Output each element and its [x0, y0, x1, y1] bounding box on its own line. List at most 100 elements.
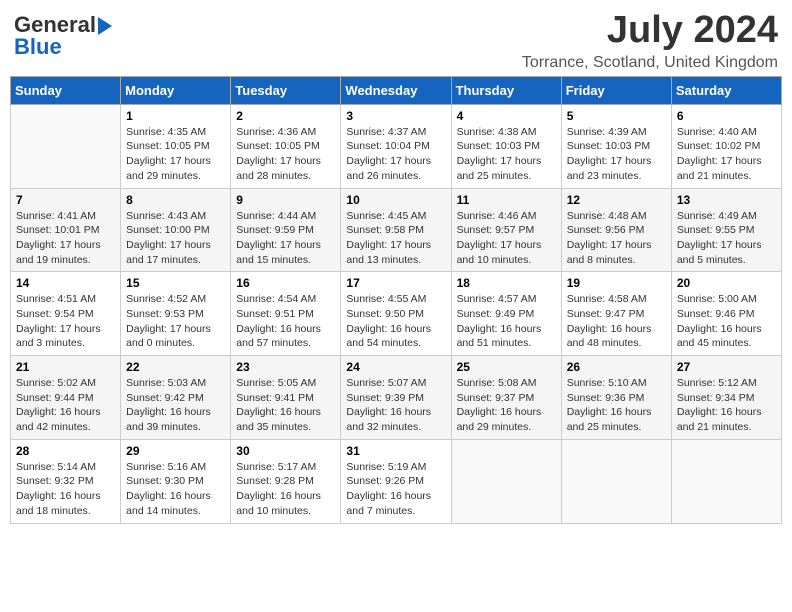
calendar-cell: 3 Sunrise: 4:37 AM Sunset: 10:04 PM Dayli…	[341, 104, 451, 188]
day-number: 30	[236, 444, 335, 458]
day-info: Sunrise: 4:38 AM Sunset: 10:03 PM Daylig…	[457, 125, 556, 184]
calendar-week-row: 14 Sunrise: 4:51 AM Sunset: 9:54 PM Dayli…	[11, 272, 782, 356]
calendar-header-tuesday: Tuesday	[231, 76, 341, 104]
day-info: Sunrise: 5:12 AM Sunset: 9:34 PM Dayligh…	[677, 376, 776, 435]
location-title: Torrance, Scotland, United Kingdom	[522, 54, 778, 72]
calendar-cell: 16 Sunrise: 4:54 AM Sunset: 9:51 PM Dayli…	[231, 272, 341, 356]
day-number: 16	[236, 276, 335, 290]
calendar-header-friday: Friday	[561, 76, 671, 104]
day-number: 13	[677, 193, 776, 207]
calendar-cell: 14 Sunrise: 4:51 AM Sunset: 9:54 PM Dayli…	[11, 272, 121, 356]
day-info: Sunrise: 4:51 AM Sunset: 9:54 PM Dayligh…	[16, 292, 115, 351]
calendar-header-thursday: Thursday	[451, 76, 561, 104]
day-number: 14	[16, 276, 115, 290]
calendar-header-sunday: Sunday	[11, 76, 121, 104]
logo-blue: Blue	[14, 36, 62, 58]
day-number: 31	[346, 444, 445, 458]
calendar-header-row: SundayMondayTuesdayWednesdayThursdayFrid…	[11, 76, 782, 104]
day-number: 2	[236, 109, 335, 123]
calendar-cell: 2 Sunrise: 4:36 AM Sunset: 10:05 PM Dayli…	[231, 104, 341, 188]
day-info: Sunrise: 5:14 AM Sunset: 9:32 PM Dayligh…	[16, 460, 115, 519]
day-number: 1	[126, 109, 225, 123]
calendar-cell: 28 Sunrise: 5:14 AM Sunset: 9:32 PM Dayli…	[11, 439, 121, 523]
day-number: 11	[457, 193, 556, 207]
day-info: Sunrise: 4:52 AM Sunset: 9:53 PM Dayligh…	[126, 292, 225, 351]
calendar-cell: 21 Sunrise: 5:02 AM Sunset: 9:44 PM Dayli…	[11, 356, 121, 440]
calendar-cell: 23 Sunrise: 5:05 AM Sunset: 9:41 PM Dayli…	[231, 356, 341, 440]
logo-icon	[98, 17, 112, 35]
calendar-header-wednesday: Wednesday	[341, 76, 451, 104]
day-info: Sunrise: 4:48 AM Sunset: 9:56 PM Dayligh…	[567, 209, 666, 268]
calendar-cell: 12 Sunrise: 4:48 AM Sunset: 9:56 PM Dayli…	[561, 188, 671, 272]
day-info: Sunrise: 5:08 AM Sunset: 9:37 PM Dayligh…	[457, 376, 556, 435]
day-info: Sunrise: 4:37 AM Sunset: 10:04 PM Daylig…	[346, 125, 445, 184]
day-number: 25	[457, 360, 556, 374]
calendar-cell: 30 Sunrise: 5:17 AM Sunset: 9:28 PM Dayli…	[231, 439, 341, 523]
day-info: Sunrise: 5:17 AM Sunset: 9:28 PM Dayligh…	[236, 460, 335, 519]
logo: General Blue	[14, 14, 112, 58]
calendar-cell: 9 Sunrise: 4:44 AM Sunset: 9:59 PM Daylig…	[231, 188, 341, 272]
day-info: Sunrise: 5:02 AM Sunset: 9:44 PM Dayligh…	[16, 376, 115, 435]
calendar-week-row: 28 Sunrise: 5:14 AM Sunset: 9:32 PM Dayli…	[11, 439, 782, 523]
calendar-cell: 8 Sunrise: 4:43 AM Sunset: 10:00 PM Dayli…	[121, 188, 231, 272]
page-header: General Blue July 2024 Torrance, Scotlan…	[10, 10, 782, 72]
calendar-cell: 15 Sunrise: 4:52 AM Sunset: 9:53 PM Dayli…	[121, 272, 231, 356]
calendar-cell: 6Sunrise: 4:40 AM Sunset: 10:02 PM Dayli…	[671, 104, 781, 188]
day-number: 7	[16, 193, 115, 207]
day-number: 9	[236, 193, 335, 207]
month-title: July 2024	[522, 10, 778, 52]
day-info: Sunrise: 4:43 AM Sunset: 10:00 PM Daylig…	[126, 209, 225, 268]
calendar-week-row: 21 Sunrise: 5:02 AM Sunset: 9:44 PM Dayli…	[11, 356, 782, 440]
day-number: 18	[457, 276, 556, 290]
calendar-cell: 20 Sunrise: 5:00 AM Sunset: 9:46 PM Dayli…	[671, 272, 781, 356]
day-info: Sunrise: 5:16 AM Sunset: 9:30 PM Dayligh…	[126, 460, 225, 519]
day-number: 3	[346, 109, 445, 123]
day-info: Sunrise: 5:05 AM Sunset: 9:41 PM Dayligh…	[236, 376, 335, 435]
day-info: Sunrise: 5:19 AM Sunset: 9:26 PM Dayligh…	[346, 460, 445, 519]
day-info: Sunrise: 5:07 AM Sunset: 9:39 PM Dayligh…	[346, 376, 445, 435]
calendar-week-row: 7Sunrise: 4:41 AM Sunset: 10:01 PM Dayli…	[11, 188, 782, 272]
day-number: 22	[126, 360, 225, 374]
day-info: Sunrise: 4:36 AM Sunset: 10:05 PM Daylig…	[236, 125, 335, 184]
day-number: 28	[16, 444, 115, 458]
title-block: July 2024 Torrance, Scotland, United Kin…	[522, 10, 778, 72]
day-number: 6	[677, 109, 776, 123]
calendar-cell: 4 Sunrise: 4:38 AM Sunset: 10:03 PM Dayli…	[451, 104, 561, 188]
day-info: Sunrise: 5:03 AM Sunset: 9:42 PM Dayligh…	[126, 376, 225, 435]
calendar-cell: 19Sunrise: 4:58 AM Sunset: 9:47 PM Dayli…	[561, 272, 671, 356]
day-number: 21	[16, 360, 115, 374]
calendar-cell: 31 Sunrise: 5:19 AM Sunset: 9:26 PM Dayli…	[341, 439, 451, 523]
day-number: 8	[126, 193, 225, 207]
day-info: Sunrise: 4:54 AM Sunset: 9:51 PM Dayligh…	[236, 292, 335, 351]
calendar-cell	[11, 104, 121, 188]
calendar-cell	[451, 439, 561, 523]
day-info: Sunrise: 4:46 AM Sunset: 9:57 PM Dayligh…	[457, 209, 556, 268]
calendar-cell: 7Sunrise: 4:41 AM Sunset: 10:01 PM Dayli…	[11, 188, 121, 272]
calendar-cell: 1 Sunrise: 4:35 AM Sunset: 10:05 PM Dayli…	[121, 104, 231, 188]
calendar-header-saturday: Saturday	[671, 76, 781, 104]
calendar-cell: 26 Sunrise: 5:10 AM Sunset: 9:36 PM Dayli…	[561, 356, 671, 440]
calendar-cell: 10Sunrise: 4:45 AM Sunset: 9:58 PM Dayli…	[341, 188, 451, 272]
day-number: 10	[346, 193, 445, 207]
day-number: 23	[236, 360, 335, 374]
day-info: Sunrise: 4:55 AM Sunset: 9:50 PM Dayligh…	[346, 292, 445, 351]
day-number: 26	[567, 360, 666, 374]
calendar-cell: 25 Sunrise: 5:08 AM Sunset: 9:37 PM Dayli…	[451, 356, 561, 440]
day-number: 20	[677, 276, 776, 290]
day-info: Sunrise: 5:10 AM Sunset: 9:36 PM Dayligh…	[567, 376, 666, 435]
day-info: Sunrise: 4:49 AM Sunset: 9:55 PM Dayligh…	[677, 209, 776, 268]
day-info: Sunrise: 4:58 AM Sunset: 9:47 PM Dayligh…	[567, 292, 666, 351]
day-number: 27	[677, 360, 776, 374]
calendar-cell: 13 Sunrise: 4:49 AM Sunset: 9:55 PM Dayli…	[671, 188, 781, 272]
day-info: Sunrise: 4:35 AM Sunset: 10:05 PM Daylig…	[126, 125, 225, 184]
day-info: Sunrise: 4:57 AM Sunset: 9:49 PM Dayligh…	[457, 292, 556, 351]
calendar-cell	[561, 439, 671, 523]
calendar-week-row: 1 Sunrise: 4:35 AM Sunset: 10:05 PM Dayli…	[11, 104, 782, 188]
calendar-table: SundayMondayTuesdayWednesdayThursdayFrid…	[10, 76, 782, 524]
calendar-cell: 5Sunrise: 4:39 AM Sunset: 10:03 PM Dayli…	[561, 104, 671, 188]
day-number: 12	[567, 193, 666, 207]
day-info: Sunrise: 5:00 AM Sunset: 9:46 PM Dayligh…	[677, 292, 776, 351]
day-number: 4	[457, 109, 556, 123]
day-number: 15	[126, 276, 225, 290]
day-info: Sunrise: 4:44 AM Sunset: 9:59 PM Dayligh…	[236, 209, 335, 268]
